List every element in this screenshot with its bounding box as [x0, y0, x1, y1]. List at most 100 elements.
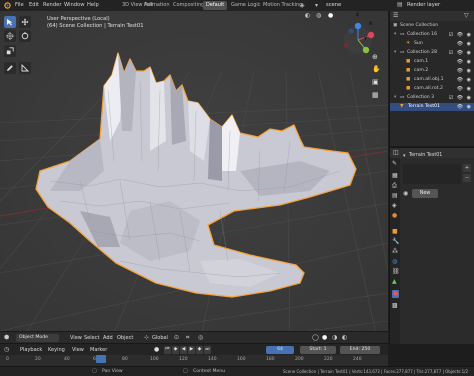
outliner-row-cam-2[interactable]: ■ cam.2 👁 ◉ [390, 67, 474, 75]
blender-logo-icon[interactable] [3, 1, 11, 9]
properties-editor-icon[interactable]: ◫ [393, 149, 399, 156]
visibility-icons[interactable]: ☑ 👁 ◉ [449, 94, 472, 102]
scale-tool-button[interactable] [4, 45, 16, 57]
zoom-icon[interactable]: ⊕ [372, 53, 378, 61]
visibility-icons[interactable]: 👁 ◉ [457, 76, 472, 84]
menu-object[interactable]: Object [117, 335, 133, 341]
outliner-row-sun[interactable]: ☀ Sun 👁 ◉ [390, 40, 474, 48]
world-tab-icon[interactable]: ● [392, 212, 397, 219]
view-layer-tab-icon[interactable]: ▤ [392, 192, 398, 199]
next-keyframe-button[interactable]: ◆ [196, 346, 203, 354]
outliner-row-terrain-test01[interactable]: ▼ Terrain Test01 👁 ◉ [390, 103, 474, 111]
move-tool-button[interactable] [19, 16, 31, 28]
viewport-shading-material-icon[interactable]: ◑ [332, 334, 337, 341]
visibility-icons[interactable]: 👁 ◉ [457, 40, 472, 48]
viewport-shading-solid-icon[interactable]: ● [322, 334, 327, 341]
menu-select[interactable]: Select [84, 335, 99, 341]
workspace-tab-game-logic[interactable]: Game Logic [228, 1, 264, 10]
visibility-icons[interactable]: ☑ 👁 ◉ [449, 49, 472, 57]
scene-icon[interactable]: ◈ [300, 2, 305, 9]
timeline-menu-marker[interactable]: Marker [90, 347, 107, 353]
workspace-tab-animation[interactable]: Animation [141, 1, 173, 10]
material-browse-icon[interactable]: ◉ [403, 190, 408, 197]
material-slot-list[interactable] [403, 164, 461, 184]
add-slot-button[interactable]: + [463, 164, 471, 172]
perspective-toggle-icon[interactable]: ▦ [372, 91, 379, 99]
pivot-icon[interactable]: ⊙ [174, 334, 179, 341]
playhead[interactable] [96, 355, 106, 363]
annotate-tool-button[interactable] [4, 62, 16, 74]
outliner-row-collection-16[interactable]: ▾ ▭ Collection 16 ☑ 👁 ◉ [390, 31, 474, 39]
scene-name[interactable]: scene [326, 2, 341, 8]
timeline-menu-view[interactable]: View [72, 347, 84, 353]
menu-help[interactable]: Help [87, 2, 99, 8]
timeline-ruler[interactable]: 0 20 40 60 80 100 120 140 160 180 200 22… [0, 355, 388, 366]
transform-orientation-icon[interactable]: ⊹ [144, 334, 149, 341]
timeline-menu-playback[interactable]: Playback [20, 347, 42, 353]
output-tab-icon[interactable]: ⎙ [392, 182, 397, 190]
cursor-tool-button[interactable] [4, 30, 16, 42]
visibility-icons[interactable]: ☑ 👁 ◉ [449, 31, 472, 39]
outliner-filter-icon[interactable]: ▽ [464, 12, 469, 19]
timeline-menu-keying[interactable]: Keying [48, 347, 65, 353]
workspace-tab-default[interactable]: Default [203, 1, 228, 10]
modifier-tab-icon[interactable]: 🔧 [392, 238, 399, 245]
menu-edit[interactable]: Edit [29, 2, 39, 8]
current-frame-field[interactable]: 64 [266, 346, 294, 354]
measure-tool-button[interactable] [19, 62, 31, 74]
record-button[interactable]: ● [154, 346, 159, 353]
editor-type-icon[interactable]: ⬢ [4, 334, 9, 341]
object-tab-icon[interactable]: ■ [392, 228, 398, 235]
visibility-icons[interactable]: 👁 ◉ [457, 67, 472, 75]
expand-arrow-icon[interactable]: ▾ [394, 31, 396, 39]
scene-selector-icon[interactable]: ▾ [315, 2, 318, 9]
viewport-shading-icon[interactable]: ◐ [305, 12, 310, 19]
viewport-shading-rendered-icon[interactable]: ◐ [342, 334, 347, 341]
outliner-row-cam-all-obj-1[interactable]: ■ cam.all.obj.1 👁 ◉ [390, 76, 474, 84]
material-tab-icon[interactable]: ● [392, 290, 399, 298]
new-material-button[interactable]: New [412, 189, 438, 198]
hand-pan-icon[interactable]: ✋ [372, 65, 381, 73]
jump-start-button[interactable]: ⏮ [164, 346, 171, 354]
start-frame-field[interactable]: Start: 1 [300, 346, 336, 354]
proportional-editing-icon[interactable]: ◎ [198, 334, 203, 341]
outliner-editor-icon[interactable]: ☰ [393, 12, 398, 19]
workspace-tab-compositing[interactable]: Compositing [170, 1, 207, 10]
menu-view[interactable]: View [70, 335, 82, 341]
outliner-root-row[interactable]: ▣ Scene Collection [390, 22, 474, 30]
3d-viewport[interactable]: X Z Y User Perspective (Local) (64) Scen… [0, 11, 388, 343]
outliner-row-collection-3[interactable]: ▾ ▭ Collection 3 ☑ 👁 ◉ [390, 94, 474, 102]
jump-end-button[interactable]: ⏭ [204, 346, 211, 354]
camera-view-icon[interactable]: ▣ [372, 78, 379, 86]
outliner-row-cam-all-rot-2[interactable]: ■ cam.all.rot.2 👁 ◉ [390, 85, 474, 93]
end-frame-field[interactable]: End: 250 [340, 346, 380, 354]
select-tool-button[interactable] [4, 16, 16, 28]
solid-shading-icon[interactable]: ● [328, 12, 333, 19]
expand-arrow-icon[interactable]: ▾ [394, 94, 396, 102]
menu-render[interactable]: Render [43, 2, 61, 8]
render-tab-icon[interactable]: ▦ [392, 172, 398, 179]
visibility-icons[interactable]: 👁 ◉ [457, 58, 472, 66]
snap-icon[interactable]: ⌗ [186, 334, 189, 342]
play-button[interactable]: ▶ [188, 346, 195, 354]
particles-tab-icon[interactable]: ⁂ [392, 248, 398, 255]
rotate-tool-button[interactable] [19, 30, 31, 42]
menu-file[interactable]: File [15, 2, 24, 8]
transform-orientation-dropdown[interactable]: Global [152, 335, 168, 341]
menu-add[interactable]: Add [103, 335, 113, 341]
overlays-icon[interactable]: ◍ [316, 12, 321, 19]
expand-arrow-icon[interactable]: ▾ [394, 49, 396, 57]
render-layer-name[interactable]: Render layer [407, 2, 440, 8]
texture-tab-icon[interactable]: ▩ [392, 302, 398, 309]
workspace-tab-motion-tracking[interactable]: Motion Tracking [260, 1, 305, 10]
menu-window[interactable]: Window [64, 2, 84, 8]
prev-keyframe-button[interactable]: ◆ [172, 346, 179, 354]
data-tab-icon[interactable]: ▲ [392, 278, 397, 285]
outliner-row-cam-1[interactable]: ■ cam.1 👁 ◉ [390, 58, 474, 66]
tool-tab-icon[interactable]: ✎ [392, 160, 397, 167]
play-reverse-button[interactable]: ◀ [180, 346, 187, 354]
scene-tab-icon[interactable]: ◈ [392, 202, 397, 209]
constraints-tab-icon[interactable]: ⛓ [392, 268, 400, 275]
object-mode-dropdown[interactable]: Object Mode [16, 334, 59, 342]
timeline-editor-icon[interactable]: ◷ [4, 346, 9, 353]
